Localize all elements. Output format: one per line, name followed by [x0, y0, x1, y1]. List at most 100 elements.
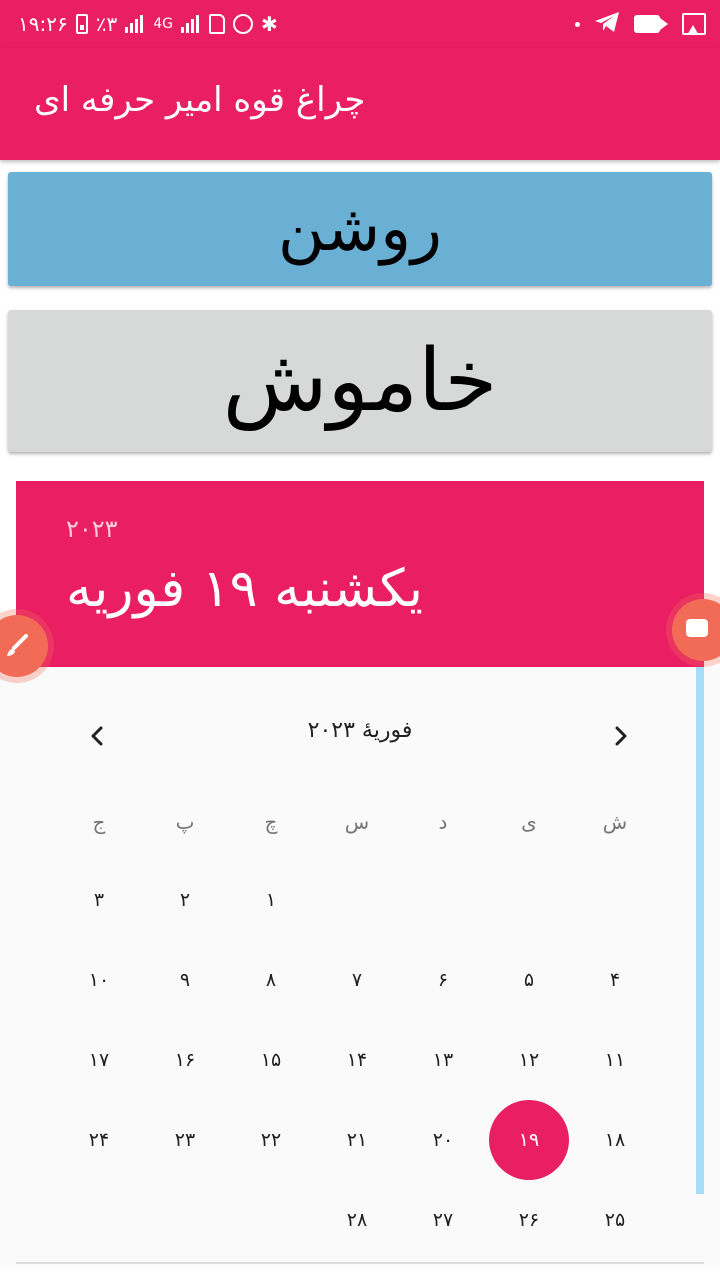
- weekday-label: ش: [602, 810, 628, 834]
- calendar-day-number: ۱۲: [518, 1049, 540, 1071]
- calendar-day[interactable]: ۲۰: [400, 1100, 486, 1180]
- calendar-day[interactable]: ۲۴: [56, 1100, 142, 1180]
- calendar-day[interactable]: ۱: [228, 860, 314, 940]
- clock: ۱۹:۲۶: [18, 12, 68, 36]
- calendar-day-number: ۲۷: [432, 1209, 454, 1231]
- calendar-day-selected[interactable]: ۱۹: [486, 1100, 572, 1180]
- calendar-day-number: ۱۵: [260, 1049, 282, 1071]
- calendar-day-number: ۱۳: [432, 1049, 454, 1071]
- video-camera-icon: [686, 619, 708, 637]
- calendar-day-number: ۱۰: [88, 969, 110, 991]
- alarm-icon: [232, 14, 253, 34]
- calendar-day[interactable]: ۹: [142, 940, 228, 1020]
- status-bar-right: [575, 10, 706, 38]
- calendar-day-number: ۷: [351, 969, 363, 991]
- calendar-week-row: ۱۱ ۱۲ ۱۳ ۱۴ ۱۵ ۱۶ ۱۷: [56, 1020, 658, 1100]
- calendar-day-number: ۱۷: [88, 1049, 110, 1071]
- calendar-day[interactable]: ۱۷: [56, 1020, 142, 1100]
- weekday-label: ی: [521, 810, 537, 834]
- calendar-day[interactable]: ۶: [400, 940, 486, 1020]
- weekday-label: س: [344, 810, 370, 834]
- calendar-day[interactable]: ۲۳: [142, 1100, 228, 1180]
- calendar-day[interactable]: ۵: [486, 940, 572, 1020]
- calendar-day[interactable]: ۱۶: [142, 1020, 228, 1100]
- calendar-day[interactable]: ۳: [56, 860, 142, 940]
- calendar-day-number: ۲: [179, 889, 191, 911]
- image-icon: [682, 13, 706, 35]
- calendar-day-number: ۱۶: [174, 1049, 196, 1071]
- calendar-day[interactable]: ۲۷: [400, 1180, 486, 1260]
- app-bar: چراغ قوه امیر حرفه ای: [0, 48, 720, 160]
- calendar-day[interactable]: ۴: [572, 940, 658, 1020]
- calendar-day-number: ۳: [93, 889, 105, 911]
- calendar-day-number: ۲۸: [346, 1209, 368, 1231]
- calendar-day-number: ۱: [265, 889, 277, 911]
- calendar-day[interactable]: ۲۸: [314, 1180, 400, 1260]
- chevron-left-icon: [91, 726, 103, 746]
- calendar-day[interactable]: ۲: [142, 860, 228, 940]
- scrollbar[interactable]: [696, 667, 704, 1194]
- calendar-day-number: ۲۰: [432, 1129, 454, 1151]
- turn-on-button[interactable]: روشن: [8, 172, 712, 286]
- weekday-label: ج: [92, 810, 106, 834]
- calendar-day-number: ۴: [609, 969, 621, 991]
- calendar-day[interactable]: ۱۱: [572, 1020, 658, 1100]
- calendar-day-number: ۱۱: [604, 1049, 626, 1071]
- calendar-day[interactable]: ۱۸: [572, 1100, 658, 1180]
- calendar-day-number: ۲۱: [346, 1129, 368, 1151]
- calendar-day[interactable]: ۸: [228, 940, 314, 1020]
- battery-icon: [75, 14, 88, 34]
- calendar-day-number: ۱۸: [604, 1129, 626, 1151]
- battery-percent: ٪۳: [95, 12, 118, 36]
- calendar-day[interactable]: ۱۳: [400, 1020, 486, 1100]
- weekday-label: د: [438, 810, 448, 834]
- calendar-day-number: ۲۶: [518, 1209, 540, 1231]
- month-label: فوریهٔ ۲۰۲۳: [307, 718, 413, 743]
- weekday-header: ش ی د س چ پ ج: [56, 810, 658, 846]
- calendar-day-number: ۲۵: [604, 1209, 626, 1231]
- date-picker-selected-date: یکشنبه ۱۹ فوریه: [66, 559, 423, 619]
- turn-off-button[interactable]: خاموش: [8, 310, 712, 452]
- network-type: 4G: [153, 16, 173, 32]
- calendar-day-number: ۶: [437, 969, 449, 991]
- calendar-day[interactable]: ۱۴: [314, 1020, 400, 1100]
- calendar-day[interactable]: ۲۱: [314, 1100, 400, 1180]
- signal-icon-2: [180, 15, 201, 33]
- calendar-day-number: ۵: [523, 969, 535, 991]
- divider: [16, 1262, 704, 1264]
- sim-icon: [208, 14, 225, 34]
- calendar-week-row: ۱ ۲ ۳: [56, 860, 658, 940]
- calendar-day-number: ۱۴: [346, 1049, 368, 1071]
- calendar-day-number: ۲۳: [174, 1129, 196, 1151]
- calendar-day[interactable]: ۱۲: [486, 1020, 572, 1100]
- calendar-day-number: ۲۲: [260, 1129, 282, 1151]
- calendar-day-number: ۹: [179, 969, 191, 991]
- weekday-label: چ: [264, 810, 278, 834]
- video-camera-icon: [634, 15, 668, 33]
- telegram-icon: [594, 11, 620, 37]
- calendar-day[interactable]: ۲۵: [572, 1180, 658, 1260]
- date-picker-year[interactable]: ۲۰۲۳: [66, 515, 118, 543]
- chevron-right-icon: [615, 726, 627, 746]
- calendar-day-number: ۲۴: [88, 1129, 110, 1151]
- date-picker-header: ۲۰۲۳ یکشنبه ۱۹ فوریه: [16, 481, 704, 667]
- bluetooth-icon: ✱: [260, 12, 278, 36]
- calendar-day[interactable]: ۲۲: [228, 1100, 314, 1180]
- calendar-day-number: ۸: [265, 969, 277, 991]
- calendar-week-row: ۱۸ ۱۹ ۲۰ ۲۱ ۲۲ ۲۳ ۲۴: [56, 1100, 658, 1180]
- signal-icon: [125, 15, 145, 33]
- next-month-button[interactable]: [600, 716, 640, 756]
- calendar-week-row: ۲۵ ۲۶ ۲۷ ۲۸: [56, 1180, 658, 1260]
- calendar-day-number: ۱۹: [518, 1129, 540, 1151]
- prev-month-button[interactable]: [78, 716, 118, 756]
- calendar-week-row: ۴ ۵ ۶ ۷ ۸ ۹ ۱۰: [56, 940, 658, 1020]
- calendar-day[interactable]: ۲۶: [486, 1180, 572, 1260]
- calendar-day[interactable]: ۱۵: [228, 1020, 314, 1100]
- calendar-day[interactable]: ۱۰: [56, 940, 142, 1020]
- calendar-day[interactable]: ۷: [314, 940, 400, 1020]
- app-title: چراغ قوه امیر حرفه ای: [34, 80, 366, 120]
- status-bar-left: ۱۹:۲۶ ٪۳ 4G ✱: [18, 10, 278, 38]
- weekday-label: پ: [175, 810, 195, 834]
- notification-dot-icon: [575, 21, 580, 27]
- status-bar: ۱۹:۲۶ ٪۳ 4G ✱: [0, 0, 720, 48]
